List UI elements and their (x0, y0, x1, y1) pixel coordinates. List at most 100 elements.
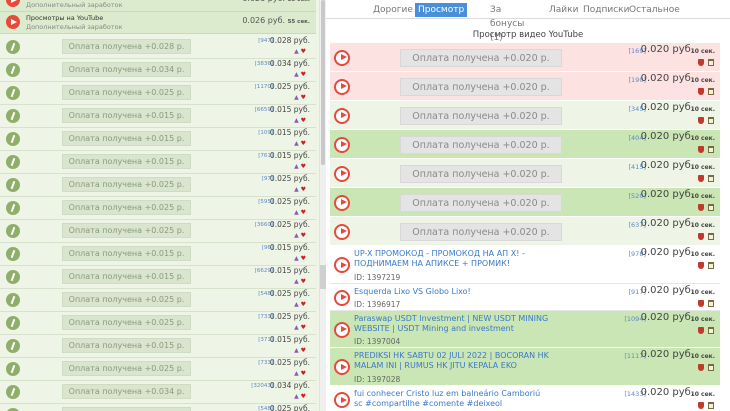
video-amount: 0.020 руб. (640, 102, 694, 113)
tab-2[interactable]: За бонусы (1) (490, 3, 524, 43)
youtube-play-icon (6, 15, 20, 29)
trash-icon[interactable] (708, 327, 714, 334)
task-check-icon (6, 362, 20, 376)
trash-icon[interactable] (708, 402, 714, 409)
trash-icon[interactable] (708, 204, 714, 211)
play-icon[interactable] (334, 359, 350, 375)
video-title-link[interactable]: Esquerda Lixo VS Globo Lixo! (354, 287, 550, 297)
shield-icon[interactable] (698, 204, 704, 211)
video-amount: 0.020 руб. (640, 285, 694, 296)
shield-icon[interactable] (698, 300, 704, 307)
payment-row: Оплата получена +0.015 р. [6659] 0.015 руб… (0, 105, 316, 128)
shield-icon[interactable]: ♥ (301, 48, 306, 55)
shield-icon[interactable]: ♥ (301, 209, 306, 216)
play-icon[interactable] (334, 136, 350, 153)
video-title-link[interactable]: UP-X ПРОМОКОД - ПРОМОКОД НА АП Х! - ПОДН… (354, 249, 550, 269)
task-check-icon (6, 339, 20, 353)
video-amount: 0.020 руб. (640, 218, 694, 229)
play-icon[interactable] (334, 223, 350, 240)
payment-received-button: Оплата получена +0.020 р. (400, 77, 562, 96)
tab-3[interactable]: Лайки (549, 3, 578, 17)
video-title-link[interactable]: PREDIKSI HK SABTU 02 JULI 2022 | BOCORAN… (354, 351, 550, 371)
tab-4[interactable]: Подписки (583, 3, 629, 17)
play-icon[interactable] (334, 289, 350, 306)
shield-icon[interactable]: ♥ (301, 278, 306, 285)
trash-icon[interactable] (708, 59, 714, 66)
video-title-link[interactable]: Paraswap USDT Investment | NEW USDT MINI… (354, 314, 550, 334)
shield-icon[interactable] (698, 364, 704, 371)
payment-amount: 0.034 руб. (269, 381, 310, 390)
shield-icon[interactable]: ♥ (301, 370, 306, 377)
shield-icon[interactable] (698, 402, 704, 409)
trash-icon[interactable] (708, 88, 714, 95)
payment-amount: 0.015 руб. (269, 335, 310, 344)
shield-icon[interactable]: ♥ (301, 140, 306, 147)
play-icon[interactable] (334, 257, 350, 273)
shield-icon[interactable] (698, 117, 704, 124)
trash-icon[interactable] (708, 233, 714, 240)
shield-icon[interactable]: ♥ (301, 117, 306, 124)
payment-amount: 0.025 руб. (269, 358, 310, 367)
trash-icon[interactable] (708, 175, 714, 182)
shield-icon[interactable] (698, 146, 704, 153)
tab-5[interactable]: Остальное (629, 3, 680, 17)
video-seconds: 10 сек. (690, 77, 715, 84)
tab-0[interactable]: Дорогие (373, 3, 413, 17)
shield-icon[interactable] (698, 175, 704, 182)
video-row: Оплата получена +0.020 р. [415] 0.020 руб.… (330, 159, 720, 188)
play-icon[interactable] (334, 194, 350, 211)
shield-icon[interactable]: ♥ (301, 393, 306, 400)
video-amount: 0.020 руб. (640, 73, 694, 84)
row-markers: ▲ ♥ (294, 140, 306, 147)
payment-amount: 0.015 руб. (269, 151, 310, 160)
youtube-task-row[interactable]: Просмотры на YouTubeДополнительный зараб… (0, 12, 316, 34)
shield-icon[interactable] (698, 59, 704, 66)
tab-1[interactable]: Просмотр видео (415, 3, 468, 29)
shield-icon[interactable] (698, 262, 704, 269)
shield-icon[interactable]: ♥ (301, 324, 306, 331)
row-markers: ▲ ♥ (294, 255, 306, 262)
shield-icon[interactable]: ♥ (301, 301, 306, 308)
play-icon[interactable] (334, 49, 350, 66)
youtube-task-row[interactable]: Просмотры на YouTubeДополнительный зараб… (0, 0, 316, 12)
payment-amount: 0.015 руб. (269, 105, 310, 114)
trash-icon[interactable] (708, 364, 714, 371)
shield-icon[interactable]: ♥ (301, 71, 306, 78)
scrollbar-thumb[interactable] (321, 0, 325, 165)
shield-icon[interactable]: ♥ (301, 255, 306, 262)
shield-icon[interactable]: ♥ (301, 186, 306, 193)
video-title-link[interactable]: fui conhecer Cristo luz em balneário Cam… (354, 389, 550, 409)
video-row: Esquerda Lixo VS Globo Lixo! ID: 1396917[… (330, 284, 720, 311)
row-markers: ▲ ♥ (294, 186, 306, 193)
trash-icon[interactable] (708, 262, 714, 269)
shield-icon[interactable]: ♥ (301, 163, 306, 170)
shield-icon[interactable] (698, 88, 704, 95)
shield-icon[interactable] (698, 327, 704, 334)
play-icon[interactable] (334, 165, 350, 182)
trash-icon[interactable] (708, 300, 714, 307)
trash-icon[interactable] (708, 146, 714, 153)
payment-row: Оплата получена +0.015 р. [6629] 0.015 руб… (0, 266, 316, 289)
video-amount: 0.020 руб. (640, 247, 694, 258)
shield-icon[interactable]: ♥ (301, 94, 306, 101)
shield-icon[interactable] (698, 233, 704, 240)
payment-received-button: Оплата получена +0.025 р. (62, 177, 191, 192)
video-id: ID: 1397028 (354, 375, 401, 384)
payment-amount: 0.025 руб. (269, 82, 310, 91)
task-subtitle: Дополнительный заработок (26, 1, 123, 9)
play-icon[interactable] (334, 392, 350, 408)
shield-icon[interactable]: ♥ (301, 232, 306, 239)
trash-icon[interactable] (708, 117, 714, 124)
payment-received-button: Оплата получена +0.020 р. (400, 135, 562, 154)
shield-icon[interactable]: ♥ (301, 347, 306, 354)
payment-row: Оплата получена +0.015 р. [371] 0.015 руб.… (0, 335, 316, 358)
task-check-icon (6, 201, 20, 215)
play-icon[interactable] (334, 321, 350, 338)
task-title[interactable]: Просмотры на YouTube (26, 14, 103, 22)
play-icon[interactable] (334, 107, 350, 124)
video-seconds: 10 сек. (690, 251, 715, 258)
video-seconds: 10 сек. (690, 391, 715, 398)
section-title: Просмотр видео YouTube (472, 30, 584, 40)
task-check-icon (6, 385, 20, 399)
play-icon[interactable] (334, 78, 350, 95)
